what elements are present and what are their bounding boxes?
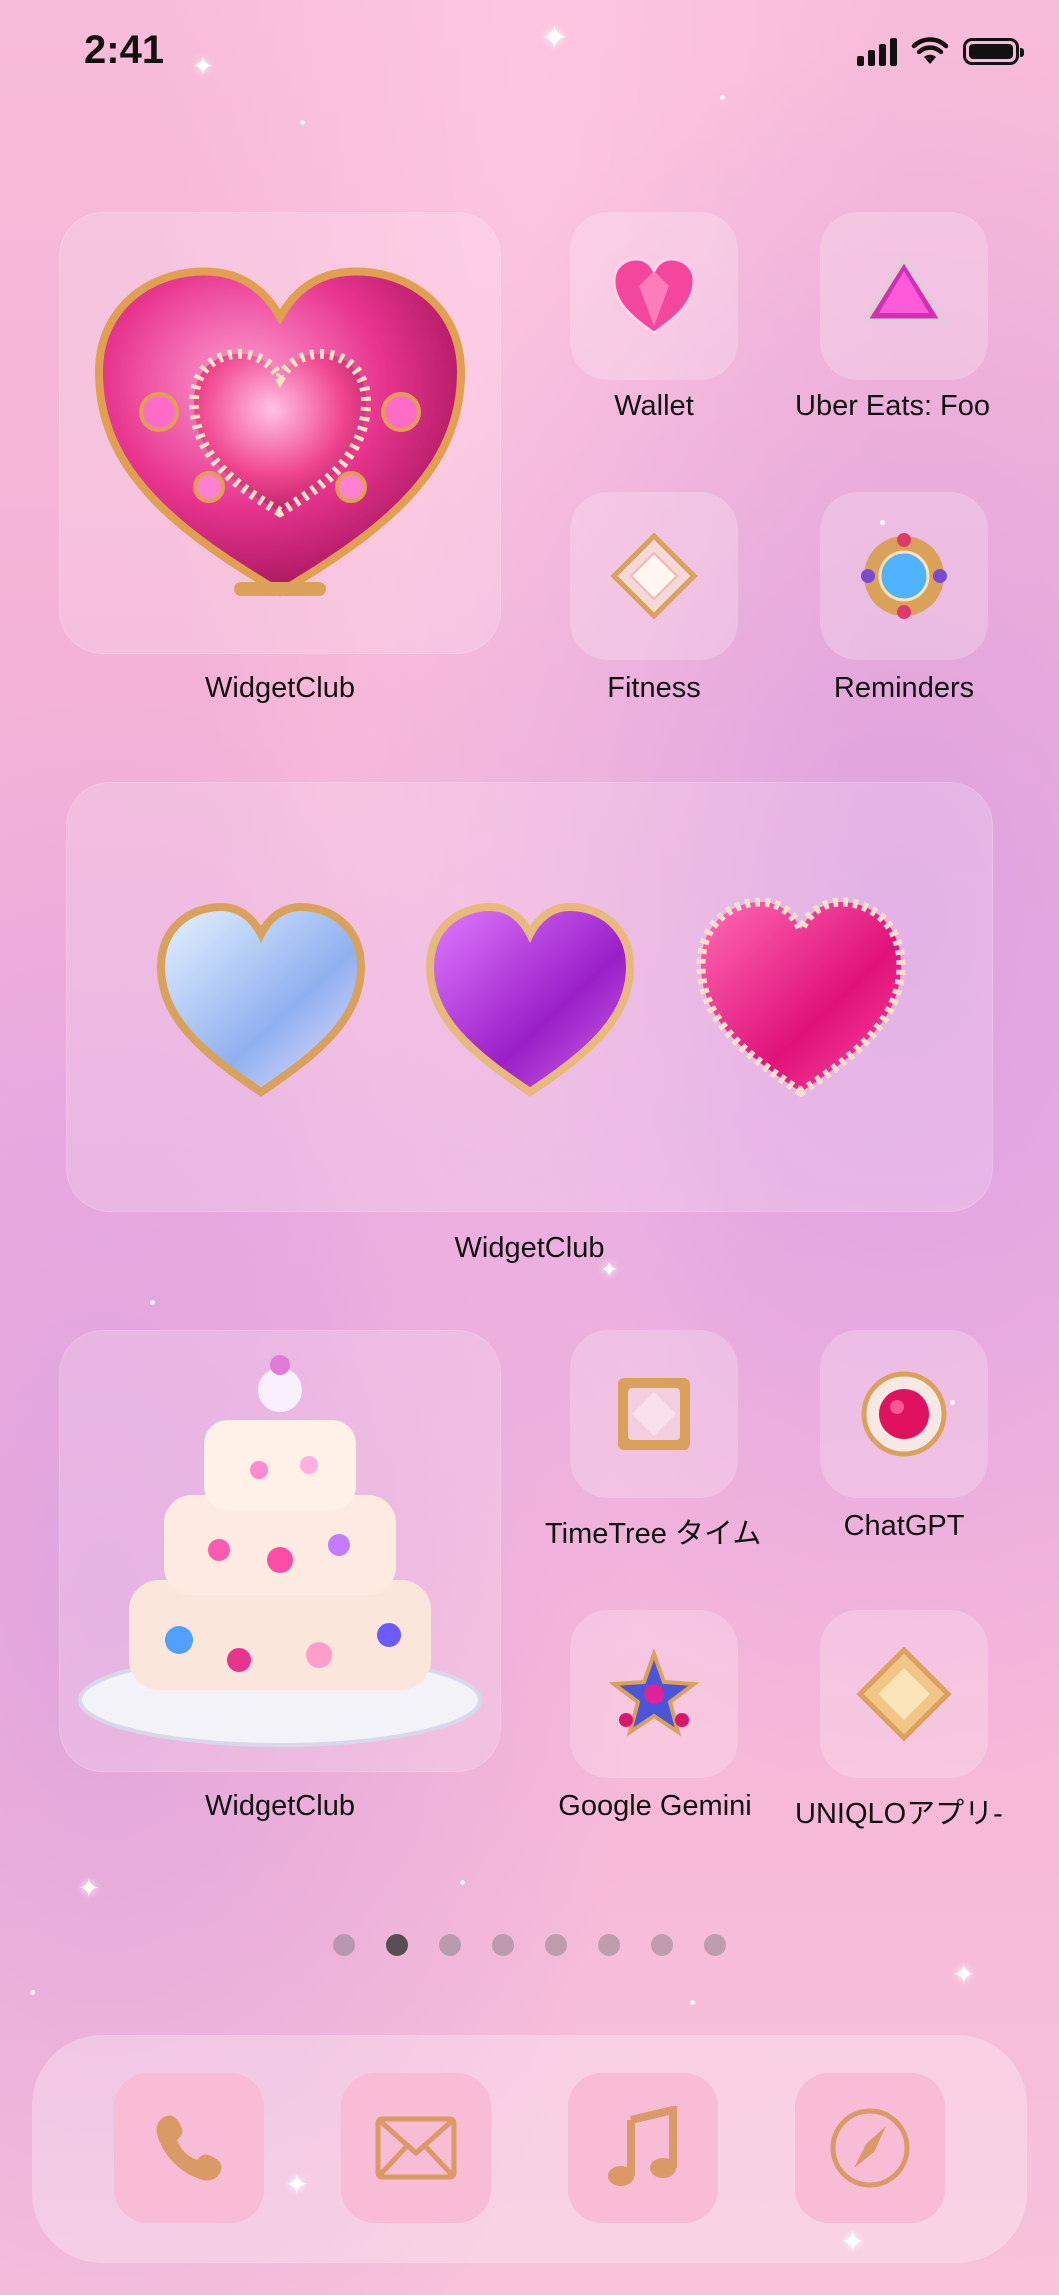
crystal-hearts-image [156, 897, 906, 1098]
widget-jeweled-cake[interactable] [59, 1330, 501, 1772]
app-google-gemini[interactable] [570, 1610, 738, 1778]
app-label-fitness: Fitness [607, 672, 701, 704]
status-icons [857, 36, 1024, 66]
sparkle-decoration: ✦ [952, 1958, 976, 1991]
page-dot-active[interactable] [386, 1934, 408, 1956]
app-uber-eats[interactable] [820, 212, 988, 380]
page-dot[interactable] [439, 1934, 461, 1956]
dock-phone-app[interactable] [114, 2073, 264, 2223]
sapphire-star-icon [608, 1648, 700, 1737]
dock-mail-app[interactable] [341, 2073, 491, 2223]
page-dot[interactable] [333, 1934, 355, 1956]
square-gem-icon [618, 1378, 690, 1450]
heart-locket-image [94, 267, 466, 597]
music-note-icon [608, 2106, 677, 2186]
mail-icon [375, 2116, 457, 2180]
page-dot[interactable] [598, 1934, 620, 1956]
page-dot[interactable] [704, 1934, 726, 1956]
glitter-dot [460, 1880, 465, 1885]
sparkle-decoration: ✦ [192, 52, 214, 82]
app-timetree[interactable] [570, 1330, 738, 1498]
app-label-uniqlo: UNIQLOアプリ- [795, 1798, 1003, 1830]
glitter-dot [30, 1990, 35, 1995]
blue-brooch-icon [861, 533, 947, 619]
glitter-dot [690, 2000, 695, 2005]
page-dot[interactable] [492, 1934, 514, 1956]
battery-icon [963, 37, 1024, 65]
app-reminders[interactable] [820, 492, 988, 660]
topaz-gem-icon [856, 1646, 952, 1742]
compass-icon [830, 2108, 910, 2188]
ruby-brooch-icon [861, 1371, 947, 1457]
widget-heart-locket[interactable] [59, 212, 501, 654]
widget-three-hearts[interactable] [66, 782, 993, 1212]
jeweled-cake-image [78, 1355, 482, 1747]
magenta-trillion-gem-icon [860, 254, 948, 324]
widget-label: WidgetClub [205, 672, 355, 704]
page-dot[interactable] [651, 1934, 673, 1956]
app-label-uber-eats: Uber Eats: Foo [795, 390, 991, 422]
glitter-dot [150, 1300, 155, 1305]
widget-label: WidgetClub [454, 1232, 605, 1264]
dock-safari-app[interactable] [795, 2073, 945, 2223]
glitter-dot [720, 95, 725, 100]
pink-heart-gem-icon [612, 257, 696, 335]
widget-label: WidgetClub [205, 1790, 355, 1822]
dock-music-app[interactable] [568, 2073, 718, 2223]
app-chatgpt[interactable] [820, 1330, 988, 1498]
wifi-icon [911, 37, 949, 64]
app-label-google-gemini: Google Gemini [558, 1790, 752, 1822]
app-label-timetree: TimeTree タイム [545, 1518, 762, 1550]
sparkle-decoration: ✦ [78, 1874, 100, 1904]
phone-icon [156, 2115, 222, 2181]
status-time: 2:41 [84, 28, 165, 72]
app-label-wallet: Wallet [614, 390, 694, 422]
app-wallet[interactable] [570, 212, 738, 380]
glitter-dot [300, 120, 305, 125]
app-label-reminders: Reminders [833, 672, 975, 704]
sparkle-decoration: ✦ [540, 18, 569, 58]
cellular-signal-icon [857, 36, 897, 66]
page-dot[interactable] [545, 1934, 567, 1956]
app-label-chatgpt: ChatGPT [843, 1510, 965, 1542]
app-uniqlo[interactable] [820, 1610, 988, 1778]
page-indicator[interactable] [0, 1934, 1059, 1956]
diamond-gem-icon [610, 532, 698, 620]
app-fitness[interactable] [570, 492, 738, 660]
